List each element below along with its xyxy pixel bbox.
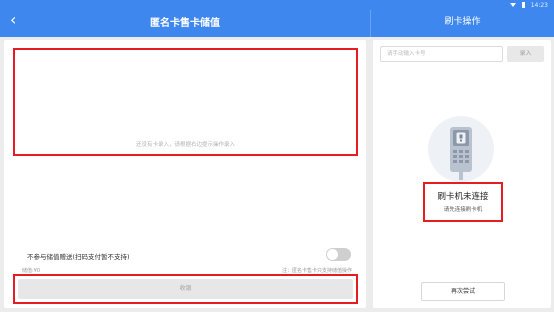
reader-status-title: 刷卡机未连接	[437, 192, 489, 202]
swipe-panel-title: 刷卡操作	[444, 17, 481, 27]
card-number-input[interactable]	[380, 46, 503, 62]
enter-card-button[interactable]: 录入	[507, 46, 544, 62]
anonymous-card-note: 注：匿名卡售卡只支持储值操作	[281, 268, 352, 274]
gift-option-label: 不参与储值赠送(扫码支付暂不支持)	[27, 253, 130, 261]
stored-value-total: 储值:¥0	[22, 268, 41, 274]
reader-status-box: 刷卡机未连接 请先连接刷卡机	[423, 182, 503, 222]
gift-option-toggle[interactable]	[326, 248, 351, 261]
pay-button[interactable]: 收银	[18, 279, 353, 299]
reader-status-subtitle: 请先连接刷卡机	[443, 207, 483, 213]
status-time: 14:23	[530, 1, 548, 9]
swipe-card-panel: 录入 刷卡机未连接 请先连接刷卡机 再次尝试	[373, 40, 551, 308]
gift-option-row: 不参与储值赠送(扫码支付暂不支持)	[27, 248, 351, 262]
toggle-knob	[327, 249, 338, 260]
card-list-area: 还没有卡录入，请根据右边提示操作录入	[13, 48, 358, 156]
empty-card-hint: 还没有卡录入，请根据右边提示操作录入	[135, 142, 235, 148]
app-header: 14:23 ‹ 匿名卡售卡储值 刷卡操作	[0, 0, 554, 37]
card-reader-icon	[428, 116, 494, 182]
status-bar: 14:23	[509, 1, 548, 9]
retry-button[interactable]: 再次尝试	[421, 282, 505, 301]
battery-icon	[521, 2, 525, 8]
page-title: 匿名卡售卡储值	[150, 18, 220, 29]
pay-button-frame: 收银	[13, 274, 358, 304]
card-sale-panel: 还没有卡录入，请根据右边提示操作录入 不参与储值赠送(扫码支付暂不支持) 储值:…	[4, 40, 366, 308]
wifi-icon	[509, 3, 516, 7]
